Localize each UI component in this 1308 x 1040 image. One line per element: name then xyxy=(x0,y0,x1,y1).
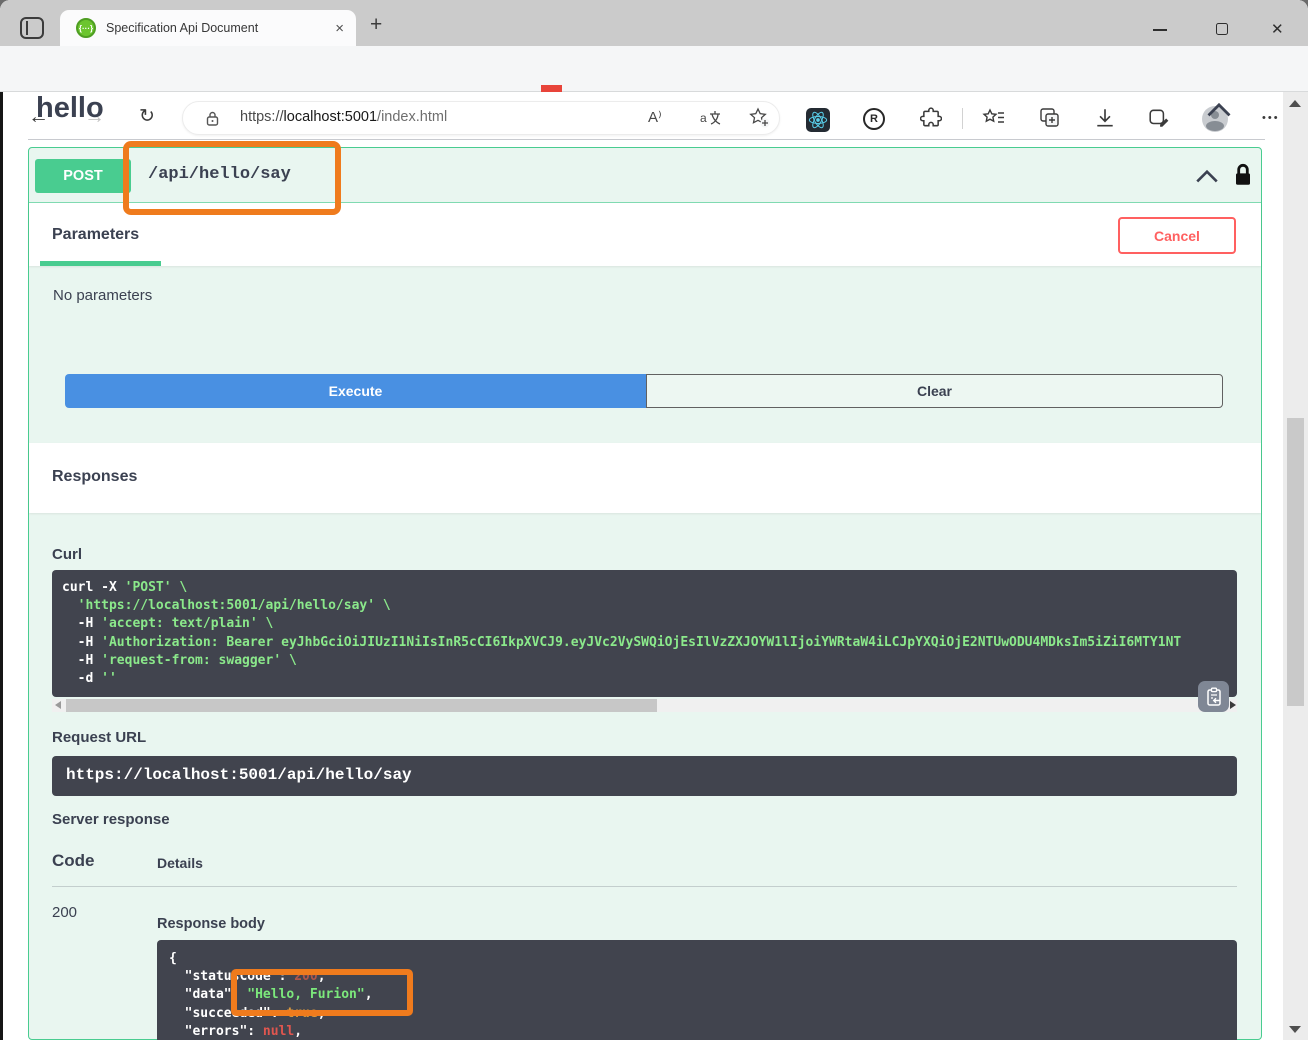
curl-label: Curl xyxy=(52,546,82,563)
responses-section-header xyxy=(29,443,1261,513)
avatar-body xyxy=(1206,121,1224,131)
window-close-button[interactable]: ✕ xyxy=(1271,20,1284,38)
scroll-up-arrow-icon[interactable] xyxy=(1289,100,1301,107)
clipboard-icon xyxy=(1205,687,1223,707)
clear-button[interactable]: Clear xyxy=(646,374,1223,408)
extensions-puzzle-icon[interactable] xyxy=(920,107,942,129)
site-lock-icon[interactable] xyxy=(205,110,220,127)
server-response-label: Server response xyxy=(52,811,170,828)
tab-parameters[interactable]: Parameters xyxy=(52,226,139,244)
execute-button[interactable]: Execute xyxy=(65,374,646,408)
title-bar: {···} Specification Api Document × + ✕ xyxy=(0,0,1308,46)
tab-actions-pane-line xyxy=(26,21,28,35)
page-scrollbar-thumb[interactable] xyxy=(1287,418,1304,706)
browser-window: {···} Specification Api Document × + ✕ ←… xyxy=(0,0,1308,1040)
request-url-value: https://localhost:5001/api/hello/say xyxy=(66,766,412,784)
window-maximize-button[interactable] xyxy=(1216,23,1228,35)
no-parameters-text: No parameters xyxy=(53,287,152,304)
react-devtools-extension-icon[interactable] xyxy=(806,108,830,132)
authorization-lock-icon[interactable] xyxy=(1232,161,1254,189)
toolbar-divider xyxy=(962,108,963,129)
add-favorite-star-icon[interactable] xyxy=(748,107,770,129)
collections-icon[interactable] xyxy=(1038,107,1060,129)
read-aloud-icon[interactable]: A⁾ xyxy=(648,108,662,126)
copy-to-clipboard-button[interactable] xyxy=(1198,681,1229,712)
tab-close-icon[interactable]: × xyxy=(335,20,344,37)
request-url-label: Request URL xyxy=(52,729,146,746)
parameters-section-header xyxy=(29,203,1261,266)
url-host: localhost:5001 xyxy=(284,109,378,125)
active-tab-underline xyxy=(40,261,161,266)
favorites-list-icon[interactable] xyxy=(982,108,1006,128)
web-capture-icon[interactable] xyxy=(1148,107,1170,129)
status-code-value: 200 xyxy=(52,904,77,921)
endpoint-path[interactable]: /api/hello/say xyxy=(148,165,291,184)
hscroll-right-arrow-icon[interactable] xyxy=(1230,701,1236,709)
scroll-down-arrow-icon[interactable] xyxy=(1289,1026,1301,1033)
code-column-header: Code xyxy=(52,851,95,871)
react-atom-icon xyxy=(808,110,828,130)
url-scheme: https:// xyxy=(240,109,284,125)
tab-title: Specification Api Document xyxy=(106,21,327,35)
operation-collapse-chevron-icon[interactable] xyxy=(1194,168,1220,184)
window-minimize-button[interactable] xyxy=(1153,29,1167,31)
curl-code-block[interactable]: curl -X 'POST' \ 'https://localhost:5001… xyxy=(52,570,1237,697)
tag-collapse-chevron-icon[interactable] xyxy=(1205,101,1233,118)
responses-title: Responses xyxy=(52,468,137,486)
details-column-header: Details xyxy=(157,855,203,871)
api-tag-heading[interactable]: hello xyxy=(36,92,104,125)
response-table-divider xyxy=(52,886,1237,887)
downloads-icon[interactable] xyxy=(1094,107,1116,129)
swagger-favicon-icon: {···} xyxy=(76,18,96,38)
url-path: /index.html xyxy=(377,109,447,125)
url-text[interactable]: https://localhost:5001/index.html xyxy=(240,109,447,125)
request-url-block: https://localhost:5001/api/hello/say xyxy=(52,756,1237,796)
new-tab-button[interactable]: + xyxy=(370,13,382,37)
redux-devtools-extension-icon[interactable]: R xyxy=(863,108,885,130)
clipped-red-element xyxy=(541,85,562,92)
http-method-badge: POST xyxy=(35,159,131,193)
browser-toolbar: ← → ↻ https://localhost:5001/index.html … xyxy=(0,46,1308,91)
tab-actions-icon[interactable] xyxy=(20,17,44,39)
toolbar-divider-line xyxy=(0,91,1308,92)
curl-hscrollbar-thumb[interactable] xyxy=(66,699,657,712)
settings-menu-button[interactable]: ••• xyxy=(1262,112,1280,124)
redux-letter: R xyxy=(870,113,878,125)
cancel-button[interactable]: Cancel xyxy=(1118,217,1236,254)
window-left-border xyxy=(0,92,3,1040)
translate-icon[interactable]: a xyxy=(700,109,722,127)
section-divider xyxy=(28,139,1265,140)
refresh-button[interactable]: ↻ xyxy=(139,104,155,130)
response-body-label: Response body xyxy=(157,916,265,932)
browser-tab[interactable]: {···} Specification Api Document × xyxy=(60,10,356,46)
hscroll-left-arrow-icon[interactable] xyxy=(55,701,61,709)
svg-text:a: a xyxy=(700,111,707,125)
response-body-block[interactable]: { "statusCode": 200, "data": "Hello, Fur… xyxy=(157,940,1237,1040)
